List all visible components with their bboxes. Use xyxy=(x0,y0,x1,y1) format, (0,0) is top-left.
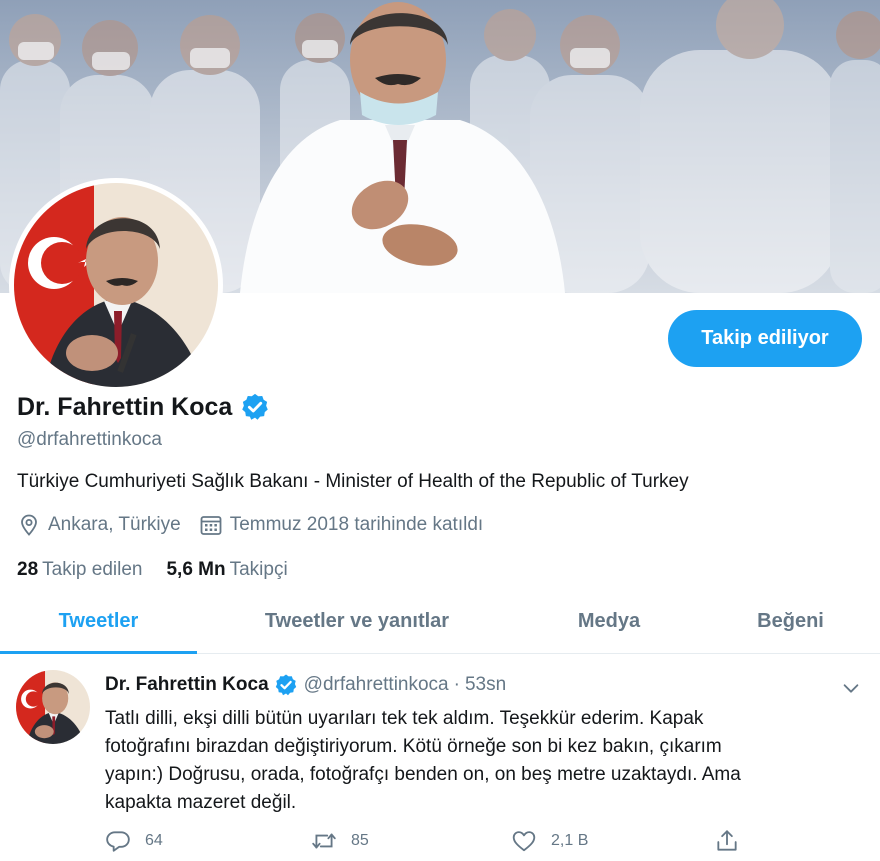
followers-label: Takipçi xyxy=(229,559,288,580)
tweet-author-handle[interactable]: @drfahrettinkoca xyxy=(304,674,449,696)
profile-stats: 28 Takip edilen 5,6 Mn Takipçi xyxy=(17,559,312,581)
followers-count: 5,6 Mn xyxy=(166,559,226,580)
retweet-count: 85 xyxy=(351,832,369,849)
retweet-icon xyxy=(312,833,336,849)
share-button[interactable] xyxy=(714,828,740,854)
location-pin-icon xyxy=(21,514,37,536)
tweet-text: Tatlı dilli, ekşi dilli bütün uyarıları … xyxy=(105,708,741,813)
profile-tabs: Tweetler Tweetler ve yanıtlar Medya Beğe… xyxy=(0,590,880,654)
profile-name-row: Dr. Fahrettin Koca xyxy=(17,392,270,422)
profile-avatar-image xyxy=(14,183,218,387)
heart-icon xyxy=(512,831,536,852)
profile-handle: @drfahrettinkoca xyxy=(17,429,162,450)
tab-media[interactable]: Medya xyxy=(517,590,701,653)
following-button[interactable]: Takip ediliyor xyxy=(668,310,862,367)
tweet-avatar[interactable] xyxy=(16,670,90,744)
share-icon xyxy=(717,830,737,851)
profile-joined: Temmuz 2018 tarihinde katıldı xyxy=(199,513,483,537)
chevron-down-icon[interactable] xyxy=(840,677,862,699)
like-button[interactable]: 2,1 B xyxy=(511,828,714,854)
reply-icon xyxy=(106,831,130,852)
location-text: Ankara, Türkiye xyxy=(48,514,181,535)
reply-count: 64 xyxy=(145,832,163,849)
verified-badge-icon xyxy=(242,393,269,420)
tab-tweets[interactable]: Tweetler xyxy=(0,590,197,654)
following-count: 28 xyxy=(17,559,39,580)
followers-stat[interactable]: 5,6 Mn Takipçi xyxy=(166,559,287,581)
calendar-icon xyxy=(200,516,222,535)
reply-button[interactable]: 64 xyxy=(105,828,311,854)
display-name: Dr. Fahrettin Koca xyxy=(17,392,233,421)
profile-location: Ankara, Türkiye xyxy=(17,513,181,537)
joined-text: Temmuz 2018 tarihinde katıldı xyxy=(229,514,484,535)
tab-likes[interactable]: Beğeni xyxy=(701,590,880,653)
verified-badge-icon xyxy=(275,674,296,696)
tweet-author-name[interactable]: Dr. Fahrettin Koca xyxy=(105,674,269,696)
profile-meta: Ankara, Türkiye Temmuz 2018 tarihinde ka… xyxy=(17,513,501,537)
tweet-avatar-image xyxy=(16,670,90,744)
following-stat[interactable]: 28 Takip edilen xyxy=(17,559,142,581)
like-count: 2,1 B xyxy=(551,832,589,849)
tab-tweets-and-replies[interactable]: Tweetler ve yanıtlar xyxy=(197,590,517,653)
following-label: Takip edilen xyxy=(42,559,143,580)
tweet-timestamp[interactable]: 53sn xyxy=(465,674,506,696)
tweet-separator: · xyxy=(453,674,460,695)
tweet-header: Dr. Fahrettin Koca @drfahrettinkoca · 53… xyxy=(105,673,506,697)
profile-bio: Türkiye Cumhuriyeti Sağlık Bakanı - Mini… xyxy=(17,471,689,492)
profile-avatar[interactable] xyxy=(9,178,223,392)
retweet-button[interactable]: 85 xyxy=(311,828,511,854)
tweet-actions: 64 85 2,1 B xyxy=(105,828,745,854)
